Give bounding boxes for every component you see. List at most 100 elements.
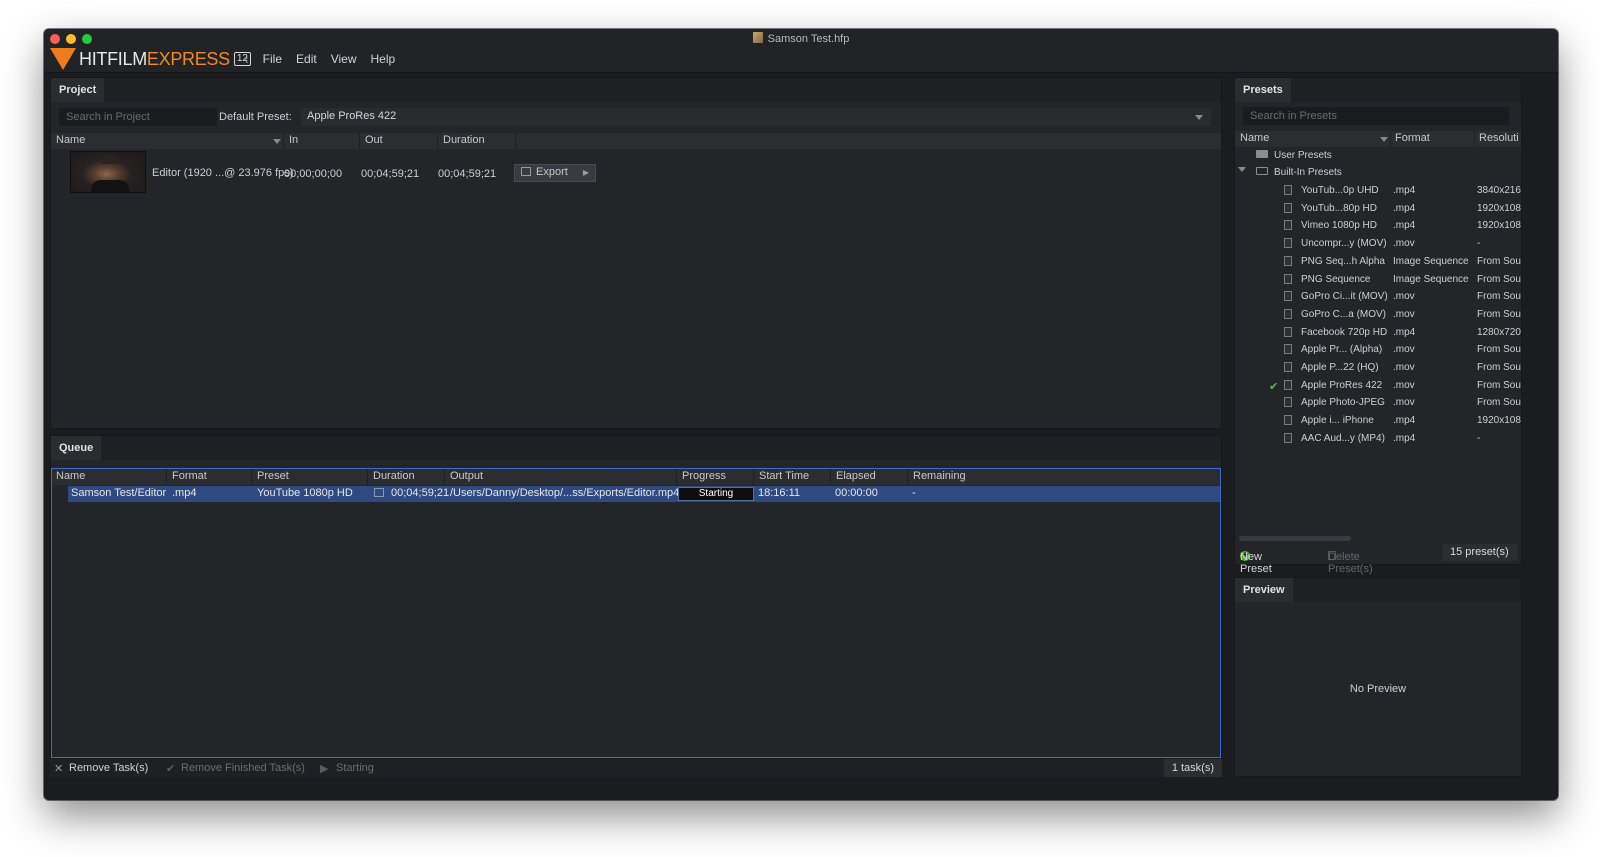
preset-item[interactable]: GoPro C...a (MOV) .mov From Sou — [1235, 307, 1521, 324]
folder-user-presets[interactable]: User Presets — [1235, 148, 1521, 165]
logo-text-hitfilm: HITFILM — [79, 48, 147, 69]
tab-queue[interactable]: Queue — [51, 436, 102, 460]
queue-row[interactable]: Samson Test/Editor .mp4 YouTube 1080p HD… — [68, 486, 1220, 502]
app-window: Samson Test.hfp HITFILM EXPRESS 12 ‹ Fil… — [44, 29, 1558, 800]
preset-format: .mp4 — [1393, 220, 1416, 232]
default-preset-label: Default Preset: — [219, 111, 292, 123]
sort-chevron-icon[interactable] — [273, 139, 281, 144]
preset-name: Uncompr...y (MOV) — [1301, 238, 1387, 250]
preset-file-icon — [1284, 220, 1292, 231]
preset-resolution: From Sou — [1477, 397, 1521, 409]
preset-resolution: 3840x216 — [1477, 185, 1521, 196]
preset-item[interactable]: Uncompr...y (MOV) .mov - — [1235, 236, 1521, 253]
preset-format: .mov — [1393, 397, 1415, 409]
preset-item[interactable]: Apple P...22 (HQ) .mov From Sou — [1235, 360, 1521, 377]
remove-tasks-button[interactable]: Remove Task(s) — [69, 762, 148, 774]
col-preset[interactable]: Preset — [257, 470, 289, 482]
preset-format: .mov — [1393, 379, 1415, 391]
menu-edit[interactable]: Edit — [296, 52, 317, 66]
col-format[interactable]: Format — [172, 470, 207, 482]
no-preview-text: No Preview — [1349, 683, 1407, 695]
preset-item[interactable]: Vimeo 1080p HD .mp4 1920x108 — [1235, 218, 1521, 235]
preset-name: PNG Sequence — [1301, 273, 1371, 285]
preset-item[interactable]: ✔ Apple ProRes 422 .mov From Sou — [1235, 378, 1521, 395]
folder-builtin-presets[interactable]: Built-In Presets — [1235, 165, 1521, 182]
task-name: Samson Test/Editor — [71, 487, 167, 499]
col-name[interactable]: Name — [56, 134, 85, 146]
timeline-thumbnail — [70, 151, 146, 193]
preset-item[interactable]: PNG Seq...h Alpha Image Sequence From Sou — [1235, 254, 1521, 271]
tab-project[interactable]: Project — [51, 78, 105, 102]
tab-presets[interactable]: Presets — [1235, 78, 1291, 102]
default-preset-value: Apple ProRes 422 — [307, 110, 397, 122]
col-resolution[interactable]: Resoluti — [1479, 132, 1519, 144]
preset-item[interactable]: PNG Sequence Image Sequence From Sou — [1235, 272, 1521, 289]
tab-preview[interactable]: Preview — [1235, 578, 1293, 602]
preset-format: .mp4 — [1393, 432, 1416, 444]
export-label: Export — [536, 166, 568, 178]
preset-item[interactable]: Facebook 720p HD .mp4 1280x720 — [1235, 325, 1521, 342]
col-name[interactable]: Name — [56, 470, 85, 482]
window-title: Samson Test.hfp — [44, 32, 1558, 45]
preset-name: Apple i... iPhone — [1301, 415, 1374, 427]
col-duration[interactable]: Duration — [443, 134, 485, 146]
preset-file-icon — [1284, 432, 1292, 443]
check-icon: ✔ — [166, 763, 176, 775]
preset-resolution: From Sou — [1477, 308, 1521, 320]
folder-icon — [1256, 150, 1268, 158]
item-in: 00;00;00;00 — [284, 168, 343, 180]
preset-resolution: From Sou — [1477, 344, 1521, 356]
preset-format: Image Sequence — [1393, 255, 1469, 267]
col-duration[interactable]: Duration — [373, 470, 415, 482]
export-button[interactable]: Export ▶ — [514, 164, 596, 182]
remove-finished-button[interactable]: Remove Finished Task(s) — [181, 762, 305, 774]
preset-file-icon — [1284, 397, 1292, 408]
col-in[interactable]: In — [289, 134, 298, 146]
preset-item[interactable]: Apple i... iPhone .mp4 1920x108 — [1235, 413, 1521, 430]
col-start-time[interactable]: Start Time — [759, 470, 809, 482]
col-name[interactable]: Name — [1240, 132, 1269, 144]
expand-chevron-icon[interactable] — [1238, 167, 1246, 172]
preset-format: Image Sequence — [1393, 273, 1469, 285]
start-queue-button[interactable]: Starting — [336, 762, 374, 774]
preset-item[interactable]: Apple Pr... (Alpha) .mov From Sou — [1235, 342, 1521, 359]
preset-resolution: From Sou — [1477, 379, 1521, 391]
project-column-header: Name In Out Duration — [51, 133, 1221, 149]
task-progress: Starting — [678, 487, 754, 501]
presets-search-input[interactable] — [1243, 107, 1509, 125]
col-elapsed[interactable]: Elapsed — [836, 470, 876, 482]
project-panel: Project Default Preset: Apple ProRes 422… — [50, 77, 1222, 429]
preset-item[interactable]: AAC Aud...y (MP4) .mp4 - — [1235, 431, 1521, 448]
item-duration: 00;04;59;21 — [438, 168, 497, 180]
col-format[interactable]: Format — [1395, 132, 1430, 144]
presets-panel: Presets Name Format Resoluti User Preset… — [1234, 77, 1522, 565]
preset-count: 15 preset(s) — [1442, 544, 1517, 561]
col-progress[interactable]: Progress — [682, 470, 726, 482]
col-output[interactable]: Output — [450, 470, 483, 482]
preset-item[interactable]: YouTub...0p UHD .mp4 3840x216 — [1235, 183, 1521, 200]
preset-file-icon — [1284, 308, 1292, 319]
preset-resolution: - — [1477, 238, 1481, 250]
preset-item[interactable]: Apple Photo-JPEG .mov From Sou — [1235, 395, 1521, 412]
queue-column-header: Name Format Preset Duration Output Progr… — [52, 469, 1220, 485]
project-search-input[interactable] — [59, 108, 217, 126]
menu-file[interactable]: File — [263, 52, 282, 66]
title-bar: Samson Test.hfp HITFILM EXPRESS 12 ‹ Fil… — [44, 29, 1558, 73]
preset-format: .mov — [1393, 308, 1415, 320]
menu-help[interactable]: Help — [371, 52, 396, 66]
horizontal-scrollbar[interactable] — [1239, 536, 1351, 541]
col-remaining[interactable]: Remaining — [913, 470, 966, 482]
sort-chevron-icon[interactable] — [1380, 137, 1388, 142]
preset-name: Apple P...22 (HQ) — [1301, 362, 1379, 373]
col-out[interactable]: Out — [365, 134, 383, 146]
close-icon: ✕ — [54, 763, 64, 775]
task-duration: 00;04;59;21 — [391, 487, 450, 499]
default-preset-select[interactable]: Apple ProRes 422 — [301, 108, 1211, 126]
queue-panel: Queue Name Format Preset Duration Output… — [50, 435, 1222, 758]
preset-item[interactable]: YouTub...80p HD .mp4 1920x108 — [1235, 201, 1521, 218]
preset-item[interactable]: GoPro Ci...it (MOV) .mov From Sou — [1235, 289, 1521, 306]
preset-format: .mov — [1393, 344, 1415, 356]
back-arrow-icon[interactable]: ‹ — [244, 51, 249, 67]
preset-format: .mov — [1393, 362, 1415, 373]
menu-view[interactable]: View — [331, 52, 357, 66]
